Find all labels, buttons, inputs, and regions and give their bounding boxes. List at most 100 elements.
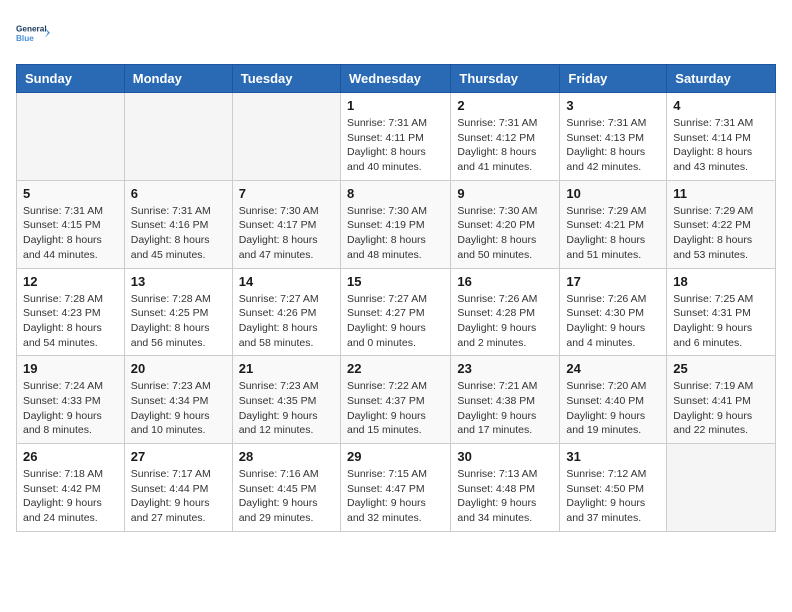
week-row-5: 26 Sunrise: 7:18 AMSunset: 4:42 PMDayligh… (17, 444, 776, 532)
day-number: 24 (566, 361, 660, 376)
day-info: Sunrise: 7:23 AMSunset: 4:34 PMDaylight:… (131, 379, 226, 438)
calendar-cell-1-2: 7 Sunrise: 7:30 AMSunset: 4:17 PMDaylight… (232, 180, 340, 268)
logo-icon: GeneralBlue (16, 16, 52, 52)
day-info: Sunrise: 7:28 AMSunset: 4:25 PMDaylight:… (131, 292, 226, 351)
day-info: Sunrise: 7:12 AMSunset: 4:50 PMDaylight:… (566, 467, 660, 526)
calendar-cell-2-4: 16 Sunrise: 7:26 AMSunset: 4:28 PMDayligh… (451, 268, 560, 356)
weekday-header-row: SundayMondayTuesdayWednesdayThursdayFrid… (17, 65, 776, 93)
calendar-cell-2-5: 17 Sunrise: 7:26 AMSunset: 4:30 PMDayligh… (560, 268, 667, 356)
calendar-cell-3-6: 25 Sunrise: 7:19 AMSunset: 4:41 PMDayligh… (667, 356, 776, 444)
day-info: Sunrise: 7:31 AMSunset: 4:15 PMDaylight:… (23, 204, 118, 263)
day-info: Sunrise: 7:22 AMSunset: 4:37 PMDaylight:… (347, 379, 444, 438)
header-wednesday: Wednesday (340, 65, 450, 93)
day-number: 13 (131, 274, 226, 289)
day-number: 14 (239, 274, 334, 289)
svg-text:General: General (16, 25, 47, 34)
day-info: Sunrise: 7:29 AMSunset: 4:22 PMDaylight:… (673, 204, 769, 263)
header-thursday: Thursday (451, 65, 560, 93)
header-tuesday: Tuesday (232, 65, 340, 93)
day-info: Sunrise: 7:26 AMSunset: 4:28 PMDaylight:… (457, 292, 553, 351)
day-info: Sunrise: 7:24 AMSunset: 4:33 PMDaylight:… (23, 379, 118, 438)
day-number: 31 (566, 449, 660, 464)
day-info: Sunrise: 7:25 AMSunset: 4:31 PMDaylight:… (673, 292, 769, 351)
day-info: Sunrise: 7:27 AMSunset: 4:27 PMDaylight:… (347, 292, 444, 351)
calendar-cell-2-3: 15 Sunrise: 7:27 AMSunset: 4:27 PMDayligh… (340, 268, 450, 356)
day-number: 17 (566, 274, 660, 289)
calendar-cell-3-1: 20 Sunrise: 7:23 AMSunset: 4:34 PMDayligh… (124, 356, 232, 444)
calendar-cell-0-4: 2Sunrise: 7:31 AMSunset: 4:12 PMDaylight… (451, 93, 560, 181)
calendar-cell-2-6: 18Sunrise: 7:25 AMSunset: 4:31 PMDayligh… (667, 268, 776, 356)
day-info: Sunrise: 7:30 AMSunset: 4:19 PMDaylight:… (347, 204, 444, 263)
calendar-cell-2-2: 14 Sunrise: 7:27 AMSunset: 4:26 PMDayligh… (232, 268, 340, 356)
calendar-cell-2-1: 13 Sunrise: 7:28 AMSunset: 4:25 PMDayligh… (124, 268, 232, 356)
day-info: Sunrise: 7:20 AMSunset: 4:40 PMDaylight:… (566, 379, 660, 438)
day-info: Sunrise: 7:31 AMSunset: 4:13 PMDaylight:… (566, 116, 660, 175)
day-number: 29 (347, 449, 444, 464)
day-info: Sunrise: 7:31 AMSunset: 4:14 PMDaylight:… (673, 116, 769, 175)
day-number: 5 (23, 186, 118, 201)
day-info: Sunrise: 7:26 AMSunset: 4:30 PMDaylight:… (566, 292, 660, 351)
day-info: Sunrise: 7:23 AMSunset: 4:35 PMDaylight:… (239, 379, 334, 438)
day-number: 6 (131, 186, 226, 201)
calendar-cell-3-3: 22 Sunrise: 7:22 AMSunset: 4:37 PMDayligh… (340, 356, 450, 444)
day-number: 4 (673, 98, 769, 113)
calendar-cell-0-1 (124, 93, 232, 181)
day-number: 15 (347, 274, 444, 289)
day-info: Sunrise: 7:21 AMSunset: 4:38 PMDaylight:… (457, 379, 553, 438)
day-number: 2 (457, 98, 553, 113)
day-info: Sunrise: 7:30 AMSunset: 4:20 PMDaylight:… (457, 204, 553, 263)
calendar-table: SundayMondayTuesdayWednesdayThursdayFrid… (16, 64, 776, 532)
day-info: Sunrise: 7:18 AMSunset: 4:42 PMDaylight:… (23, 467, 118, 526)
day-number: 16 (457, 274, 553, 289)
calendar-cell-0-2 (232, 93, 340, 181)
day-number: 30 (457, 449, 553, 464)
day-number: 7 (239, 186, 334, 201)
day-info: Sunrise: 7:13 AMSunset: 4:48 PMDaylight:… (457, 467, 553, 526)
header-friday: Friday (560, 65, 667, 93)
day-number: 27 (131, 449, 226, 464)
calendar-cell-3-2: 21 Sunrise: 7:23 AMSunset: 4:35 PMDayligh… (232, 356, 340, 444)
day-number: 12 (23, 274, 118, 289)
logo: GeneralBlue (16, 16, 52, 52)
day-info: Sunrise: 7:31 AMSunset: 4:16 PMDaylight:… (131, 204, 226, 263)
calendar-cell-0-3: 1Sunrise: 7:31 AMSunset: 4:11 PMDaylight… (340, 93, 450, 181)
calendar-cell-4-3: 29 Sunrise: 7:15 AMSunset: 4:47 PMDayligh… (340, 444, 450, 532)
calendar-cell-4-1: 27Sunrise: 7:17 AMSunset: 4:44 PMDayligh… (124, 444, 232, 532)
day-number: 8 (347, 186, 444, 201)
calendar-cell-1-1: 6 Sunrise: 7:31 AMSunset: 4:16 PMDaylight… (124, 180, 232, 268)
day-number: 26 (23, 449, 118, 464)
day-info: Sunrise: 7:15 AMSunset: 4:47 PMDaylight:… (347, 467, 444, 526)
calendar-cell-2-0: 12 Sunrise: 7:28 AMSunset: 4:23 PMDayligh… (17, 268, 125, 356)
day-info: Sunrise: 7:30 AMSunset: 4:17 PMDaylight:… (239, 204, 334, 263)
header-monday: Monday (124, 65, 232, 93)
day-number: 21 (239, 361, 334, 376)
day-number: 10 (566, 186, 660, 201)
calendar-cell-4-4: 30 Sunrise: 7:13 AMSunset: 4:48 PMDayligh… (451, 444, 560, 532)
day-number: 20 (131, 361, 226, 376)
week-row-4: 19 Sunrise: 7:24 AMSunset: 4:33 PMDayligh… (17, 356, 776, 444)
day-number: 11 (673, 186, 769, 201)
week-row-1: 1Sunrise: 7:31 AMSunset: 4:11 PMDaylight… (17, 93, 776, 181)
calendar-cell-3-4: 23Sunrise: 7:21 AMSunset: 4:38 PMDayligh… (451, 356, 560, 444)
calendar-cell-1-4: 9Sunrise: 7:30 AMSunset: 4:20 PMDaylight… (451, 180, 560, 268)
calendar-cell-1-3: 8 Sunrise: 7:30 AMSunset: 4:19 PMDaylight… (340, 180, 450, 268)
day-number: 3 (566, 98, 660, 113)
day-number: 19 (23, 361, 118, 376)
calendar-cell-4-5: 31 Sunrise: 7:12 AMSunset: 4:50 PMDayligh… (560, 444, 667, 532)
calendar-cell-4-6 (667, 444, 776, 532)
calendar-cell-0-6: 4 Sunrise: 7:31 AMSunset: 4:14 PMDaylight… (667, 93, 776, 181)
day-number: 25 (673, 361, 769, 376)
calendar-cell-3-5: 24 Sunrise: 7:20 AMSunset: 4:40 PMDayligh… (560, 356, 667, 444)
header-sunday: Sunday (17, 65, 125, 93)
page-header: GeneralBlue (16, 16, 776, 52)
calendar-cell-4-0: 26 Sunrise: 7:18 AMSunset: 4:42 PMDayligh… (17, 444, 125, 532)
day-number: 22 (347, 361, 444, 376)
calendar-cell-1-6: 11 Sunrise: 7:29 AMSunset: 4:22 PMDayligh… (667, 180, 776, 268)
calendar-cell-0-0 (17, 93, 125, 181)
day-info: Sunrise: 7:28 AMSunset: 4:23 PMDaylight:… (23, 292, 118, 351)
calendar-cell-4-2: 28Sunrise: 7:16 AMSunset: 4:45 PMDayligh… (232, 444, 340, 532)
day-info: Sunrise: 7:16 AMSunset: 4:45 PMDaylight:… (239, 467, 334, 526)
day-info: Sunrise: 7:19 AMSunset: 4:41 PMDaylight:… (673, 379, 769, 438)
calendar-cell-1-5: 10Sunrise: 7:29 AMSunset: 4:21 PMDayligh… (560, 180, 667, 268)
day-info: Sunrise: 7:27 AMSunset: 4:26 PMDaylight:… (239, 292, 334, 351)
